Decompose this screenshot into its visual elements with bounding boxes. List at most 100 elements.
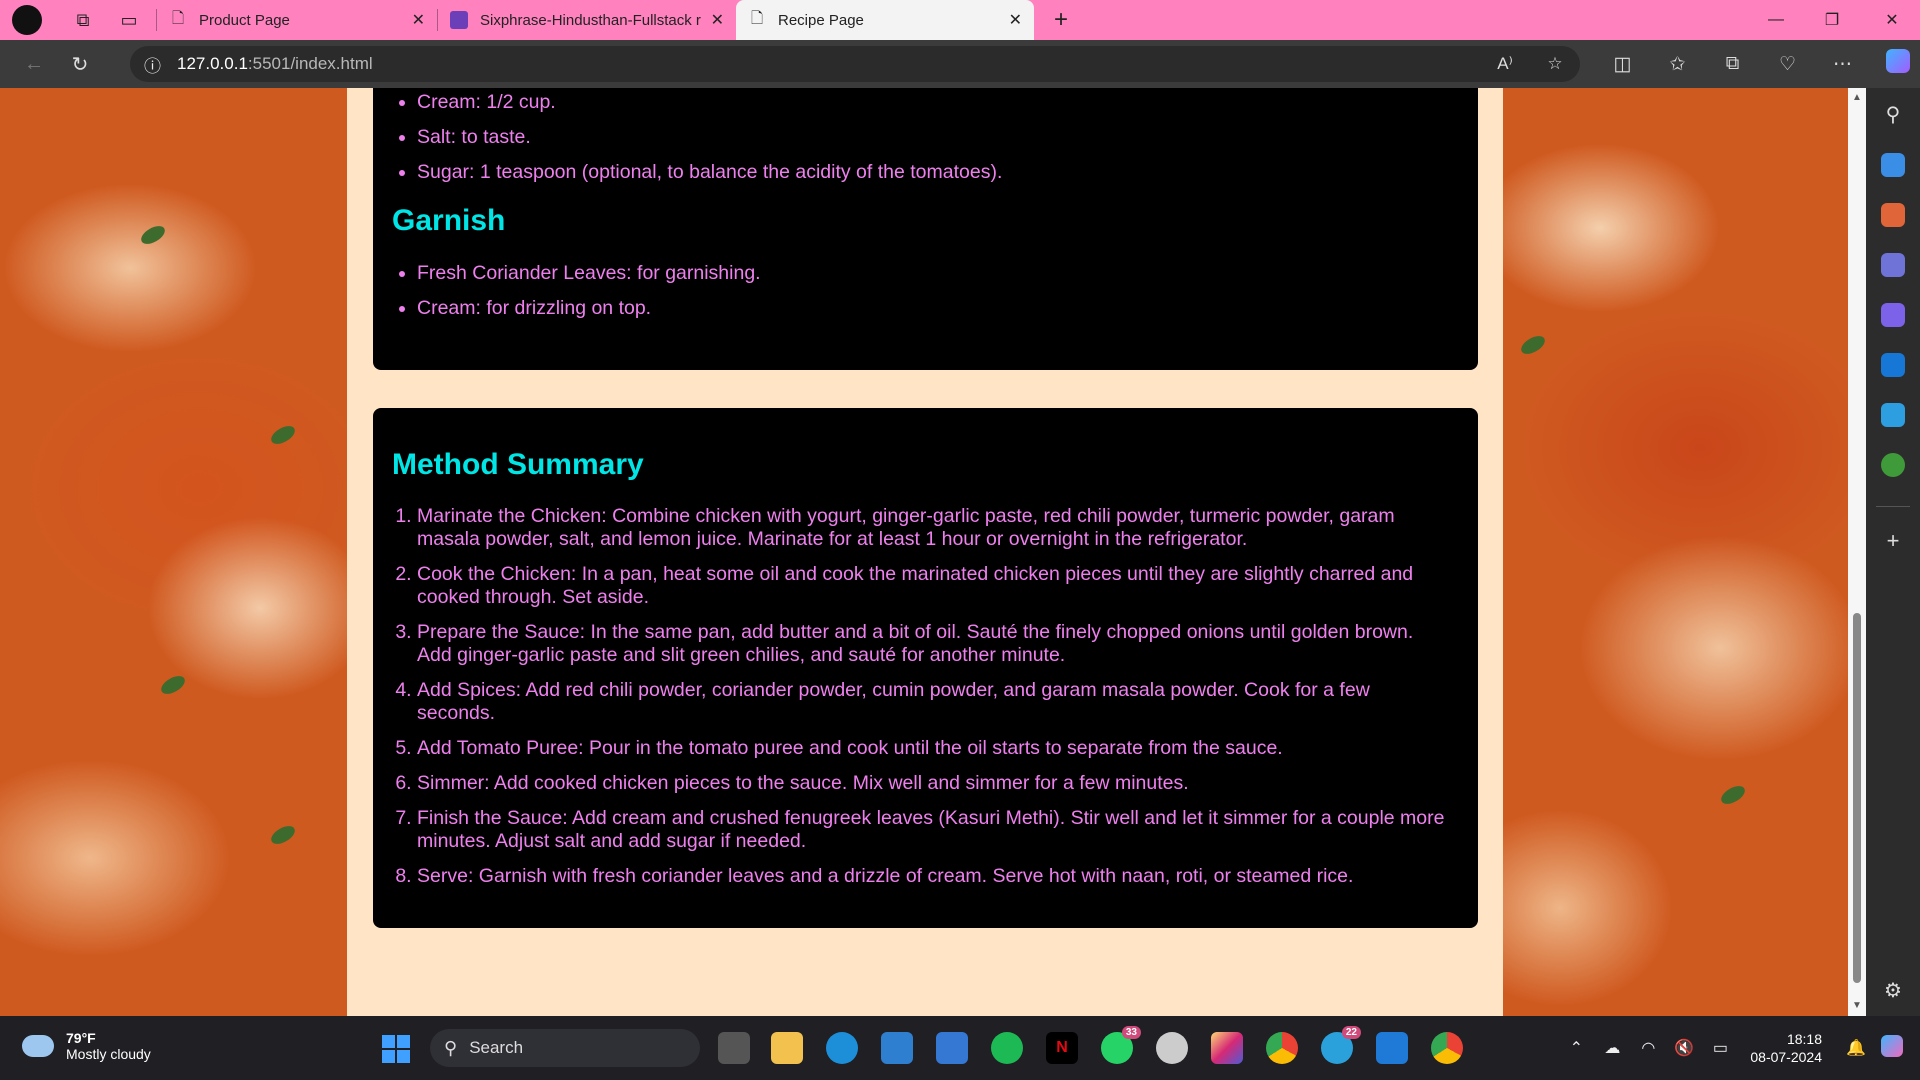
method-step: Finish the Sauce: Add cream and crushed … xyxy=(417,807,1448,853)
outlook-icon[interactable] xyxy=(1881,353,1905,377)
list-item: Cream: 1/2 cup. xyxy=(417,91,1002,114)
battery-icon[interactable]: ▭ xyxy=(1702,1038,1738,1058)
new-tab-icon[interactable]: + xyxy=(1044,3,1078,37)
clock-app-icon[interactable] xyxy=(1156,1032,1188,1064)
method-step: Cook the Chicken: In a pan, heat some oi… xyxy=(417,563,1448,609)
copilot-app-icon[interactable] xyxy=(1881,303,1905,327)
clock-time: 18:18 xyxy=(1786,1031,1822,1047)
back-icon[interactable]: ← xyxy=(12,46,56,82)
refresh-icon[interactable]: ↻ xyxy=(58,46,102,82)
list-item: Salt: to taste. xyxy=(417,126,1002,149)
method-step: Marinate the Chicken: Combine chicken wi… xyxy=(417,505,1448,551)
tab-title: Recipe Page xyxy=(778,11,864,29)
tab-sixphrase[interactable]: Sixphrase-Hindusthan-Fullstack r ✕ xyxy=(438,0,736,40)
vscode-icon[interactable] xyxy=(1376,1032,1408,1064)
method-heading: Method Summary xyxy=(392,448,644,481)
edge-browser-icon[interactable] xyxy=(826,1032,858,1064)
sidebar-settings-icon[interactable]: ⚙ xyxy=(1881,978,1905,1002)
close-icon[interactable]: ✕ xyxy=(711,10,724,30)
tab-product-page[interactable]: 🗋 Product Page ✕ xyxy=(157,0,437,40)
file-explorer-icon[interactable] xyxy=(771,1032,803,1064)
weather-temp: 79°F xyxy=(66,1030,96,1046)
ingredients-list: Cream: 1/2 cup. Salt: to taste. Sugar: 1… xyxy=(373,91,1002,196)
collections-icon[interactable]: ⧉ xyxy=(1705,53,1760,75)
address-bar[interactable]: ⓘ 127.0.0.1:5501/index.html A⁾ ☆ xyxy=(130,46,1580,82)
notification-badge: 22 xyxy=(1341,1026,1361,1039)
minimize-icon[interactable]: — xyxy=(1748,0,1804,40)
whatsapp-icon[interactable]: 33 xyxy=(1101,1026,1141,1064)
address-toolbar: ← ↻ ⓘ 127.0.0.1:5501/index.html A⁾ ☆ ◫ ✩… xyxy=(0,40,1920,88)
clock-date: 08-07-2024 xyxy=(1750,1049,1822,1065)
mail-icon[interactable] xyxy=(936,1032,968,1064)
close-icon[interactable]: ✕ xyxy=(412,10,425,30)
volume-muted-icon[interactable]: 🔇 xyxy=(1666,1038,1702,1058)
page-scrollbar[interactable]: ▲ ▼ xyxy=(1848,88,1866,1016)
copilot-taskbar-icon[interactable] xyxy=(1874,1034,1910,1062)
tab-actions-icon[interactable]: ▭ xyxy=(112,3,146,37)
copilot-icon[interactable] xyxy=(1870,49,1920,79)
add-sidebar-app-icon[interactable]: + xyxy=(1881,528,1905,553)
background-leaf xyxy=(268,422,298,448)
instagram-icon[interactable] xyxy=(1211,1032,1243,1064)
site-info-icon[interactable]: ⓘ xyxy=(144,52,161,77)
garnish-list: Fresh Coriander Leaves: for garnishing. … xyxy=(373,262,761,332)
split-screen-icon[interactable]: ◫ xyxy=(1595,53,1650,76)
list-item: Sugar: 1 teaspoon (optional, to balance … xyxy=(417,161,1002,184)
read-aloud-icon[interactable]: A⁾ xyxy=(1480,54,1530,74)
search-icon[interactable]: ⚲ xyxy=(1881,102,1905,126)
browser-essentials-icon[interactable]: ♡ xyxy=(1760,53,1815,76)
ingredients-section: • ———————————————————— Cream: 1/2 cup. S… xyxy=(373,88,1478,370)
tools-icon[interactable] xyxy=(1881,203,1905,227)
list-item: Cream: for drizzling on top. xyxy=(417,297,761,320)
scroll-up-arrow[interactable]: ▲ xyxy=(1851,92,1863,104)
wifi-icon[interactable]: ◠ xyxy=(1630,1038,1666,1058)
close-icon[interactable]: ✕ xyxy=(1009,10,1022,30)
restore-icon[interactable]: ❐ xyxy=(1804,0,1860,40)
method-section: Method Summary Marinate the Chicken: Com… xyxy=(373,408,1478,928)
chrome-profile-icon[interactable] xyxy=(1266,1032,1298,1064)
tab-bar: ⧉ ▭ 🗋 Product Page ✕ Sixphrase-Hindustha… xyxy=(0,0,1920,40)
store-icon[interactable] xyxy=(881,1032,913,1064)
tree-icon[interactable] xyxy=(1881,453,1905,477)
start-button[interactable] xyxy=(382,1035,410,1063)
chevron-up-icon[interactable]: ⌃ xyxy=(1558,1038,1594,1058)
system-tray: ⌃ ☁ ◠ 🔇 ▭ 18:18 08-07-2024 🔔 xyxy=(1558,1016,1920,1080)
weather-cloud-icon xyxy=(22,1027,54,1057)
telegram-icon[interactable]: 22 xyxy=(1321,1026,1361,1064)
weather-widget[interactable]: 79°F Mostly cloudy xyxy=(22,1027,151,1062)
scroll-thumb[interactable] xyxy=(1853,613,1861,983)
profile-avatar[interactable] xyxy=(10,3,44,37)
notification-bell-icon[interactable]: 🔔 xyxy=(1838,1038,1874,1058)
games-icon[interactable] xyxy=(1881,253,1905,277)
background-leaf xyxy=(268,822,298,848)
background-leaf xyxy=(1518,332,1548,358)
url-host: 127.0.0.1 xyxy=(177,54,248,73)
method-step: Simmer: Add cooked chicken pieces to the… xyxy=(417,772,1448,795)
telegram-send-icon[interactable] xyxy=(1881,403,1905,427)
chrome-icon[interactable] xyxy=(1431,1032,1463,1064)
favorites-icon[interactable]: ✩ xyxy=(1650,53,1705,76)
netflix-icon[interactable]: N xyxy=(1046,1032,1078,1064)
scroll-down-arrow[interactable]: ▼ xyxy=(1851,1000,1863,1012)
garnish-heading: Garnish xyxy=(392,204,506,237)
window-close-icon[interactable]: ✕ xyxy=(1864,0,1920,40)
onedrive-icon[interactable]: ☁ xyxy=(1594,1038,1630,1058)
background-leaf xyxy=(138,222,168,248)
tab-title: Product Page xyxy=(199,11,290,29)
tab-recipe-page[interactable]: 🗋 Recipe Page ✕ xyxy=(736,0,1034,40)
shopping-tag-icon[interactable] xyxy=(1881,153,1905,177)
background-leaf xyxy=(1718,782,1748,808)
page-viewport: • ———————————————————— Cream: 1/2 cup. S… xyxy=(0,88,1866,1016)
windows-taskbar: 79°F Mostly cloudy ⚲ Search N 33 22 ⌃ ☁ … xyxy=(0,1016,1920,1080)
task-view-icon[interactable] xyxy=(718,1032,750,1064)
taskbar-search[interactable]: ⚲ Search xyxy=(430,1029,700,1067)
url-path: :5501/index.html xyxy=(247,54,373,73)
method-step: Serve: Garnish with fresh coriander leav… xyxy=(417,865,1448,888)
more-menu-icon[interactable]: ⋯ xyxy=(1815,53,1870,76)
clock[interactable]: 18:18 08-07-2024 xyxy=(1750,1030,1822,1066)
favorite-star-icon[interactable]: ☆ xyxy=(1530,54,1580,74)
workspaces-icon[interactable]: ⧉ xyxy=(66,3,100,37)
background-leaf xyxy=(158,672,188,698)
spotify-icon[interactable] xyxy=(991,1032,1023,1064)
list-item: Fresh Coriander Leaves: for garnishing. xyxy=(417,262,761,285)
